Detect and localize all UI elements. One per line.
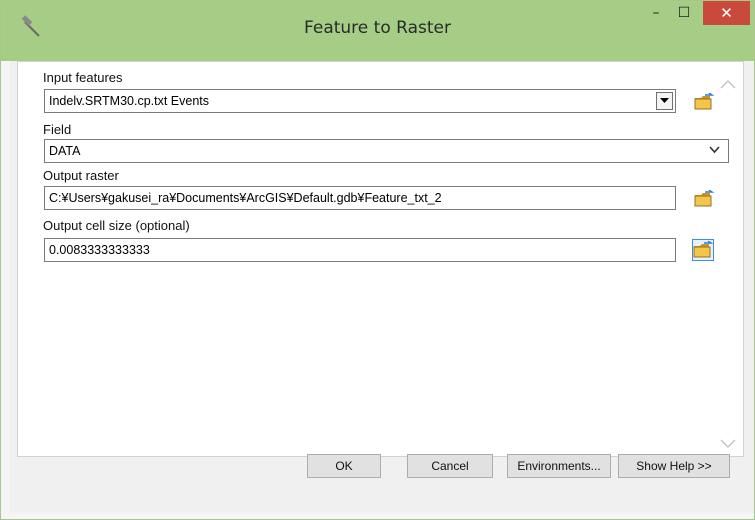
cell-size-input[interactable]: 0.0083333333333 [44,238,676,262]
output-raster-value: C:¥Users¥gakusei_ra¥Documents¥ArcGIS¥Def… [49,191,442,205]
maximize-button[interactable]: ☐ [669,1,699,25]
cell-size-value: 0.0083333333333 [49,243,150,257]
folder-browse-icon[interactable] [692,239,714,261]
show-help-button[interactable]: Show Help >> [618,454,730,478]
folder-browse-icon[interactable] [693,188,715,210]
minimize-button[interactable]: – [641,1,671,25]
dialog-client-area: Input features Indelv.SRTM30.cp.txt Even… [10,61,754,513]
input-features-value: Indelv.SRTM30.cp.txt Events [49,94,210,108]
ok-button[interactable]: OK [307,454,381,478]
field-value: DATA [49,144,81,158]
field-label: Field [43,122,72,137]
title-bar[interactable]: Feature to Raster – ☐ ✕ [1,1,754,61]
dropdown-arrow-icon[interactable] [656,92,673,110]
folder-browse-icon[interactable] [693,91,715,113]
cancel-button[interactable]: Cancel [407,454,493,478]
scroll-down-chevron-icon[interactable] [720,434,736,448]
field-select[interactable]: DATA [44,139,729,163]
close-button[interactable]: ✕ [703,1,750,25]
input-features-label: Input features [43,70,123,85]
scroll-up-chevron-icon[interactable] [720,74,736,89]
dialog-window: Feature to Raster – ☐ ✕ Input features I… [0,0,755,520]
environments-button[interactable]: Environments... [507,454,611,478]
cell-size-label: Output cell size (optional) [43,218,190,233]
chevron-down-icon[interactable] [709,143,720,157]
output-raster-label: Output raster [43,168,119,183]
input-features-combobox[interactable]: Indelv.SRTM30.cp.txt Events [44,89,676,113]
parameters-panel: Input features Indelv.SRTM30.cp.txt Even… [17,61,744,457]
output-raster-input[interactable]: C:¥Users¥gakusei_ra¥Documents¥ArcGIS¥Def… [44,186,676,210]
